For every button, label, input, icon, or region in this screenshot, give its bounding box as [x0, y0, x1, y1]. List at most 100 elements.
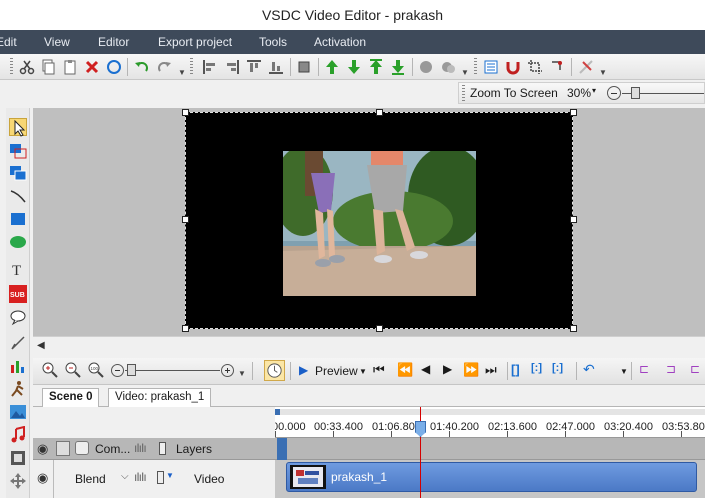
- zoom-percent-arrow-icon[interactable]: ▾: [592, 86, 596, 95]
- align-clip-right-icon[interactable]: ⊐: [666, 362, 676, 376]
- step-forward-icon[interactable]: ▶: [443, 362, 452, 376]
- layer-group-marker[interactable]: [277, 438, 287, 460]
- blend-dropdown-icon[interactable]: ⌵: [121, 471, 129, 482]
- resize-handle-t[interactable]: [376, 109, 383, 116]
- tools-dropdown-icon[interactable]: ▼: [599, 68, 607, 77]
- zoom-grip[interactable]: [462, 85, 465, 101]
- video-clip[interactable]: prakash_1: [286, 462, 697, 492]
- layer-type-dropdown-icon[interactable]: ▼: [166, 471, 174, 480]
- audio-tool-icon[interactable]: [9, 426, 27, 444]
- redo-dropdown-icon[interactable]: ▼: [178, 68, 186, 77]
- add-layer-icon[interactable]: [9, 141, 27, 159]
- anchor-icon[interactable]: [549, 59, 565, 75]
- text-tool-icon[interactable]: T: [9, 260, 27, 278]
- toolbar-grip-3[interactable]: [474, 58, 477, 76]
- resize-handle-tl[interactable]: [182, 109, 189, 116]
- sync-timeline-icon[interactable]: [264, 360, 285, 381]
- align-top-icon[interactable]: [246, 59, 262, 75]
- rectangle-tool-icon[interactable]: [9, 210, 27, 228]
- rewind-icon[interactable]: ⏪: [397, 362, 413, 378]
- preview-button[interactable]: Preview: [315, 364, 358, 378]
- paste-icon[interactable]: [62, 59, 78, 75]
- align-clip-left-icon[interactable]: ⊏: [639, 362, 649, 376]
- resize-handle-br[interactable]: [570, 325, 577, 332]
- preview-dropdown-icon[interactable]: ▼: [359, 367, 367, 376]
- zoom-out-icon[interactable]: [607, 86, 621, 100]
- composition-header[interactable]: Com...: [95, 442, 130, 456]
- align-left-icon[interactable]: [202, 59, 218, 75]
- animation-tool-icon[interactable]: [9, 380, 27, 398]
- menu-export-project[interactable]: Export project: [158, 35, 232, 49]
- timeline-zoom-100-icon[interactable]: 100: [88, 362, 104, 378]
- move-top-icon[interactable]: [368, 59, 384, 75]
- timeline-scale-minus-icon[interactable]: [111, 364, 124, 377]
- resize-handle-l[interactable]: [182, 216, 189, 223]
- magnet-icon[interactable]: [505, 59, 521, 75]
- delete-icon[interactable]: [84, 59, 100, 75]
- preview-play-icon[interactable]: ▶: [299, 363, 308, 377]
- undo-timeline-icon[interactable]: ↶: [583, 361, 595, 378]
- go-to-end-icon[interactable]: ⏭: [485, 362, 497, 378]
- video-visibility-eye-icon[interactable]: ◉: [37, 470, 48, 486]
- line-tool-icon[interactable]: [9, 187, 27, 205]
- crop-icon[interactable]: [527, 59, 543, 75]
- redo-icon[interactable]: [156, 59, 172, 75]
- align-right-icon[interactable]: [224, 59, 240, 75]
- lock-icon[interactable]: [56, 441, 70, 456]
- move-bottom-icon[interactable]: [390, 59, 406, 75]
- mark-in-icon[interactable]: []: [511, 362, 520, 377]
- resize-handle-b[interactable]: [376, 325, 383, 332]
- fast-forward-icon[interactable]: ⏩: [463, 362, 479, 378]
- menu-editor[interactable]: Editor: [98, 35, 129, 49]
- group-dropdown-icon[interactable]: ▼: [461, 68, 469, 77]
- cut-icon[interactable]: [19, 59, 35, 75]
- timeline-scale-dropdown-icon[interactable]: ▼: [238, 369, 246, 378]
- visibility-eye-icon[interactable]: ◉: [37, 441, 48, 457]
- move-down-icon[interactable]: [346, 59, 362, 75]
- ungroup-icon[interactable]: [440, 59, 456, 75]
- timeline-scale-plus-icon[interactable]: [221, 364, 234, 377]
- properties-icon[interactable]: [483, 59, 499, 75]
- menu-edit[interactable]: Edit: [0, 35, 17, 49]
- free-shape-icon[interactable]: [9, 334, 27, 352]
- sprite-icon[interactable]: [9, 164, 27, 182]
- canvas-horizontal-scrollbar[interactable]: ◀: [33, 336, 705, 356]
- fit-frame-icon[interactable]: [296, 59, 312, 75]
- timeline-more-dropdown-icon[interactable]: ▼: [620, 367, 628, 376]
- toolbar-grip[interactable]: [10, 58, 13, 76]
- cut-region-icon[interactable]: [:]: [531, 362, 542, 374]
- chart-tool-icon[interactable]: [9, 357, 27, 375]
- pointer-tool-icon[interactable]: [9, 118, 27, 137]
- tab-scene-0[interactable]: Scene 0: [42, 388, 100, 407]
- undo-icon[interactable]: [134, 59, 150, 75]
- tab-video-prakash[interactable]: Video: prakash_1: [108, 388, 212, 407]
- timeline-zoom-out-icon[interactable]: [65, 362, 81, 378]
- menu-view[interactable]: View: [44, 35, 70, 49]
- move-up-icon[interactable]: [324, 59, 340, 75]
- ellipse-tool-icon[interactable]: [9, 233, 27, 251]
- resize-handle-tr[interactable]: [570, 109, 577, 116]
- timeline-scale-track[interactable]: [125, 370, 220, 371]
- resize-handle-r[interactable]: [570, 216, 577, 223]
- balloon-tool-icon[interactable]: [9, 308, 27, 326]
- subtitle-tool-icon[interactable]: SUB: [9, 285, 27, 303]
- align-clip-center-icon[interactable]: ⊏: [690, 362, 700, 376]
- copy-icon[interactable]: [40, 59, 56, 75]
- blend-mode-select[interactable]: Blend: [75, 472, 106, 486]
- timeline-ruler[interactable]: 00.000 00:33.400 01:06.800 01:40.200 02:…: [275, 407, 705, 438]
- timeline-scale-thumb[interactable]: [127, 364, 136, 376]
- align-bottom-icon[interactable]: [268, 59, 284, 75]
- tools-disabled-icon[interactable]: [578, 59, 594, 75]
- split-region-icon[interactable]: [:]: [552, 362, 563, 374]
- menu-activation[interactable]: Activation: [314, 35, 366, 49]
- timeline-zoom-in-icon[interactable]: [42, 362, 58, 378]
- toolbar-grip-2[interactable]: [190, 58, 193, 76]
- video-audio-wave-icon[interactable]: ıIıIı: [134, 470, 147, 484]
- step-back-icon[interactable]: ◀: [421, 362, 430, 376]
- video-tool-icon[interactable]: [9, 449, 27, 467]
- go-to-start-icon[interactable]: ⏮: [373, 362, 385, 378]
- scroll-left-icon[interactable]: ◀: [37, 340, 45, 351]
- group-icon[interactable]: [418, 59, 434, 75]
- menu-tools[interactable]: Tools: [259, 35, 287, 49]
- image-tool-icon[interactable]: [9, 403, 27, 421]
